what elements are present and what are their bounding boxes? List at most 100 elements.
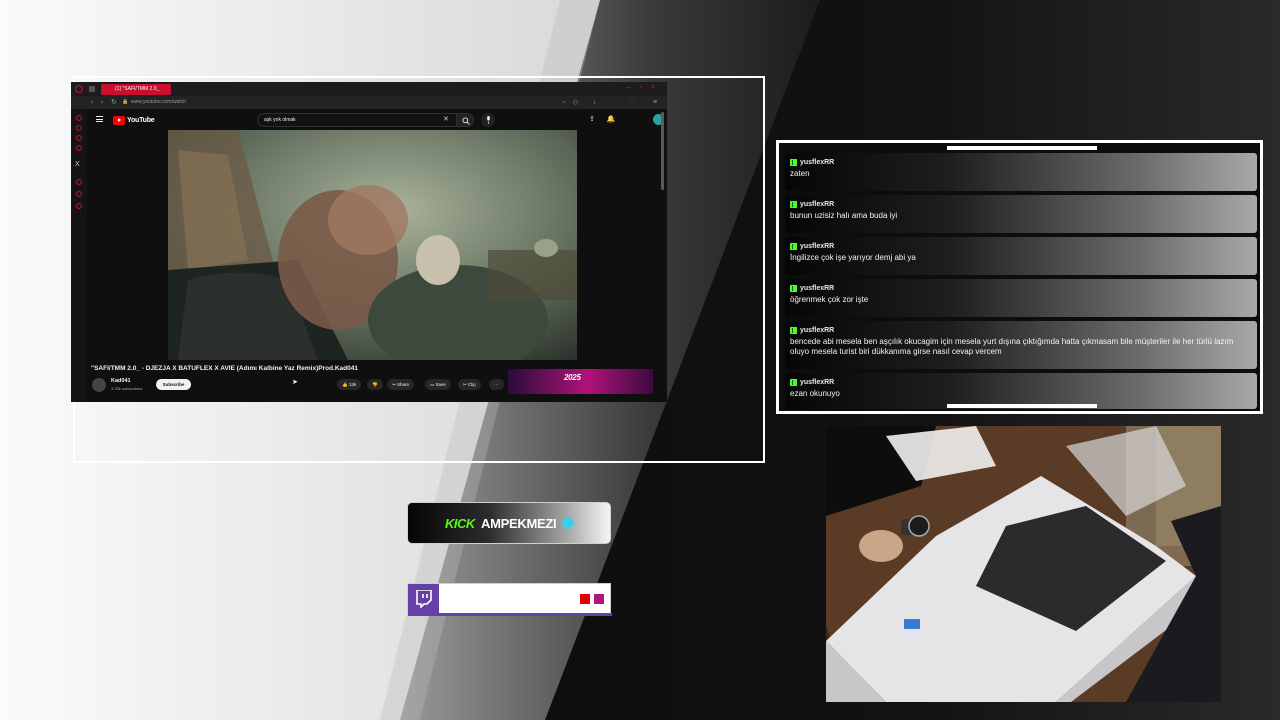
chat-top-accent	[947, 146, 1097, 150]
chat-message: yusflexRR İngilizce çok işe yarıyor demj…	[785, 237, 1257, 275]
twitch-channel-badge	[407, 583, 612, 616]
opera-logo-icon[interactable]	[75, 85, 83, 93]
tab-title: (1) "SAFI/TMM 2.0_	[115, 86, 160, 92]
page-scrollbar[interactable]	[661, 112, 664, 190]
video-player[interactable]	[168, 130, 577, 360]
more-actions-button[interactable]: ···	[489, 379, 504, 390]
lock-icon: 🔒	[122, 99, 129, 105]
red-square-icon	[580, 594, 590, 604]
chat-username: yusflexRR	[800, 158, 835, 166]
purple-square-icon	[594, 594, 604, 604]
sidebar-icon[interactable]	[76, 135, 82, 141]
thumbs-up-icon: 👍	[342, 382, 349, 387]
save-button[interactable]: ▭ Save	[425, 379, 451, 390]
forward-icon[interactable]: ›	[101, 97, 103, 108]
like-count: 13k	[348, 382, 357, 387]
chat-text: zaten	[790, 169, 810, 178]
save-label: Save	[435, 382, 446, 387]
reload-icon[interactable]: ↻	[111, 97, 117, 108]
kick-channel-badge: KICK AMPEKMEZI	[407, 502, 611, 544]
chat-text: bencede abi mesela ben aşçılık okucagim …	[790, 337, 1234, 356]
chat-username: yusflexRR	[800, 200, 835, 208]
chat-username: yusflexRR	[800, 284, 835, 292]
thumbs-down-icon: 👎	[372, 382, 378, 387]
sidebar-icon[interactable]	[76, 191, 82, 197]
address-bar: ‹ › ↻ 🔒 www.youtube.com/watch ▫ ◇ ↓ ♡ ≡	[71, 96, 667, 109]
clip-label: Clip	[468, 382, 476, 387]
back-icon[interactable]: ‹	[91, 97, 93, 108]
voice-search-button[interactable]	[481, 113, 495, 127]
youtube-header: YouTube aşk yok olmak ✕ ⇪ 🔔	[87, 109, 667, 131]
twitch-accent-line	[408, 613, 612, 616]
kick-badge-icon	[790, 242, 797, 250]
mouse-cursor: ➤	[292, 379, 298, 386]
extension-icon[interactable]: ▫	[563, 97, 565, 108]
chat-panel: yusflexRR zaten yusflexRR bunun uzisiz h…	[776, 140, 1263, 414]
dislike-button[interactable]: 👎	[367, 379, 383, 390]
search-icon	[462, 117, 470, 125]
upload-icon[interactable]: ⇪	[587, 115, 597, 125]
heart-icon[interactable]: ♡	[629, 97, 635, 108]
channel-avatar[interactable]	[92, 378, 106, 392]
notifications-icon[interactable]: 🔔	[606, 115, 616, 125]
chat-message: yusflexRR öğrenmek çok zor işte	[785, 279, 1257, 317]
kick-badge-icon	[790, 378, 797, 386]
sidebar-icon[interactable]	[76, 115, 82, 121]
shield-icon[interactable]: ◇	[573, 97, 578, 108]
chat-text: İngilizce çok işe yarıyor demj abi ya	[790, 253, 916, 262]
hamburger-icon[interactable]	[96, 116, 103, 122]
kick-badge-icon	[790, 158, 797, 166]
share-label: Share	[397, 382, 410, 387]
clear-search-icon[interactable]: ✕	[443, 115, 449, 125]
chat-message: yusflexRR bunun uzisiz halı ama buda iyi	[785, 195, 1257, 233]
subscribe-button[interactable]: Subscribe	[156, 379, 191, 390]
kick-logo-text: KICK	[445, 516, 475, 531]
chat-username: yusflexRR	[800, 326, 835, 334]
chat-message: yusflexRR bencede abi mesela ben aşçılık…	[785, 321, 1257, 369]
webcam-feed	[826, 426, 1221, 702]
chat-text: bunun uzisiz halı ama buda iyi	[790, 211, 898, 220]
maximize-icon[interactable]: ▫	[637, 84, 645, 92]
browser-tab[interactable]: (1) "SAFI/TMM 2.0_	[101, 84, 171, 95]
chat-text: öğrenmek çok zor işte	[790, 295, 869, 304]
video-title: "SAFI/TMM 2.0_ - DJEZJA X BATUFLEX X AVI…	[91, 365, 358, 372]
channel-name[interactable]: Kad041	[111, 378, 131, 384]
tab-bar: (1) "SAFI/TMM 2.0_ – ▫ ×	[71, 82, 667, 96]
search-input[interactable]: aşk yok olmak	[257, 113, 457, 127]
x-icon[interactable]: X	[75, 161, 80, 168]
search-button[interactable]	[456, 113, 474, 127]
youtube-logo[interactable]: YouTube	[113, 115, 155, 125]
minimize-icon[interactable]: –	[625, 84, 633, 92]
kick-badge-icon	[790, 326, 797, 334]
close-window-icon[interactable]: ×	[649, 84, 657, 92]
download-icon[interactable]: ↓	[593, 97, 597, 108]
like-button[interactable]: 👍 13k	[337, 379, 362, 390]
browser-window[interactable]: (1) "SAFI/TMM 2.0_ – ▫ × ‹ › ↻ 🔒 www.you…	[71, 82, 667, 402]
video-frame	[168, 130, 577, 360]
youtube-play-icon	[113, 115, 125, 125]
browser-sidebar: X	[71, 109, 87, 402]
chat-bottom-accent	[947, 404, 1097, 408]
kick-username: AMPEKMEZI	[481, 516, 557, 531]
sidebar-icon[interactable]	[76, 125, 82, 131]
share-button[interactable]: ↪ Share	[387, 379, 415, 390]
chat-message: yusflexRR zaten	[785, 153, 1257, 191]
kick-badge-icon	[790, 200, 797, 208]
twitch-icon	[408, 584, 439, 614]
sidebar-icon[interactable]	[76, 145, 82, 151]
chat-username: yusflexRR	[800, 378, 835, 386]
sidebar-icon[interactable]	[76, 203, 82, 209]
webcam-image	[826, 426, 1221, 702]
kick-badge-icon	[790, 284, 797, 292]
clip-button[interactable]: ✂ Clip	[458, 379, 481, 390]
tab-menu-icon[interactable]	[89, 86, 95, 92]
sidebar-ad-thumbnail[interactable]: 2025	[508, 369, 653, 394]
url-field[interactable]: www.youtube.com/watch	[131, 98, 186, 107]
ad-text: 2025	[564, 373, 581, 382]
channel-subscribers: 3.33k subscribers	[111, 386, 143, 391]
youtube-logo-text: YouTube	[127, 116, 155, 124]
chat-text: ezan okunuyo	[790, 389, 840, 398]
sidebar-icon[interactable]	[76, 179, 82, 185]
menu-icon[interactable]: ≡	[653, 97, 657, 108]
mic-icon	[486, 116, 490, 124]
